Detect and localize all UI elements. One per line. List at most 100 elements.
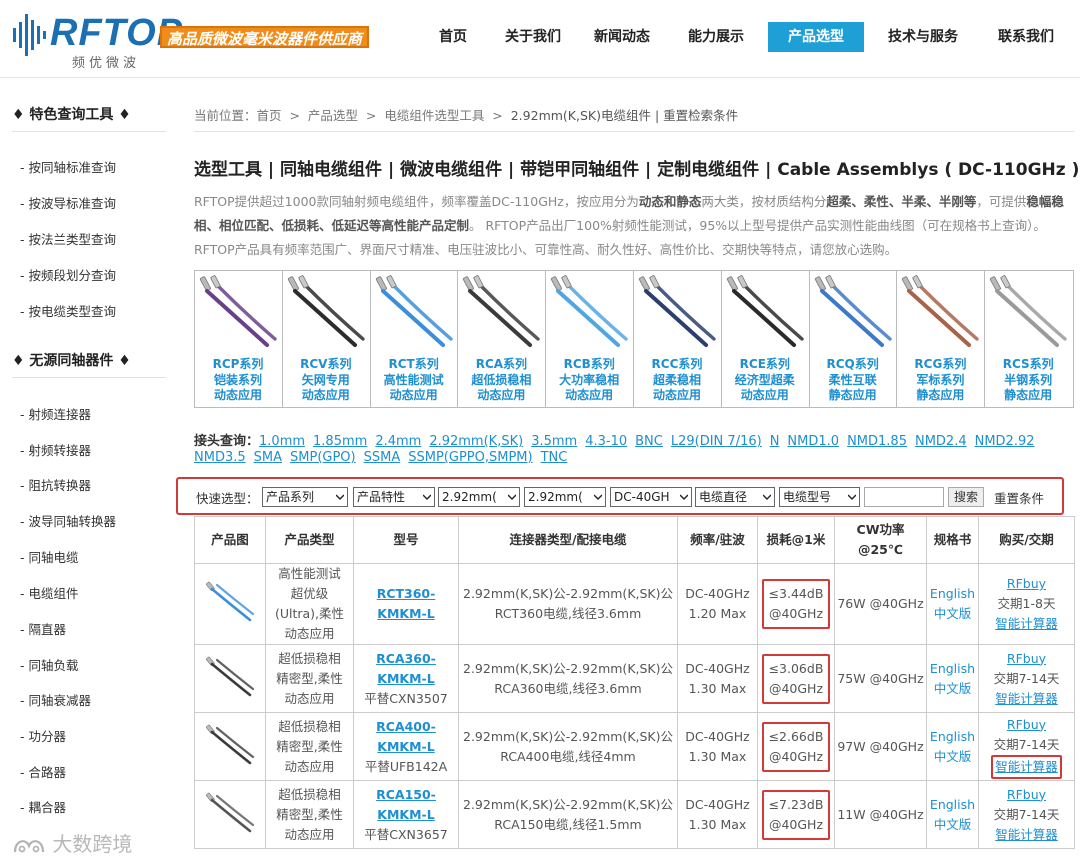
model-replacement: 平替CXN3507 xyxy=(364,690,448,706)
datasheet-english-link[interactable]: English xyxy=(928,727,978,747)
product-thumbnail[interactable] xyxy=(205,787,255,837)
product-thumbnail[interactable] xyxy=(205,576,255,626)
nav-about[interactable]: 关于我们 xyxy=(486,22,580,52)
series-desc: 超低损稳相 xyxy=(471,372,532,387)
connector-link[interactable]: NMD1.0 xyxy=(787,434,839,449)
series-usage: 动态应用 xyxy=(301,388,350,402)
connector-link[interactable]: BNC xyxy=(635,434,663,449)
select-product-series[interactable]: 产品系列 xyxy=(262,487,348,507)
product-series-card[interactable]: RCA系列 超低损稳相 动态应用 xyxy=(458,271,547,407)
product-series-card[interactable]: RCT系列 高性能测试 动态应用 xyxy=(371,271,459,407)
datasheet-english-link[interactable]: English xyxy=(928,584,978,604)
site-logo[interactable]: RFTOP 频优微波 xyxy=(12,10,182,71)
sidebar-item-coupler[interactable]: - 耦合器 xyxy=(20,797,66,816)
breadcrumb-cable-tool[interactable]: 电缆组件选型工具 xyxy=(384,108,484,123)
product-series-card[interactable]: RCB系列 大功率稳相 动态应用 xyxy=(546,271,634,407)
datasheet-chinese-link[interactable]: 中文版 xyxy=(928,679,978,699)
select-cable-model[interactable]: 电缆型号 xyxy=(779,487,860,507)
select-cable-diameter[interactable]: 电缆直径 xyxy=(695,487,775,507)
breadcrumb-current[interactable]: 2.92mm(K,SK)电缆组件 | 重置检索条件 xyxy=(511,108,738,123)
select-frequency[interactable]: DC-40GH xyxy=(610,487,692,507)
reset-filters-link[interactable]: 重置条件 xyxy=(994,488,1044,507)
connector-link[interactable]: SSMP(GPPO,SMPM) xyxy=(408,450,532,465)
sidebar-item-flange-type[interactable]: - 按法兰类型查询 xyxy=(20,229,116,248)
connector-link[interactable]: SMP(GPO) xyxy=(290,450,356,465)
connector-link[interactable]: NMD3.5 xyxy=(194,450,246,465)
product-series-card[interactable]: RCE系列 经济型超柔 动态应用 xyxy=(722,271,810,407)
model-link[interactable]: RCA400- KMKM-L xyxy=(355,717,458,757)
select-product-feature[interactable]: 产品特性 xyxy=(353,487,435,507)
rfbuy-link[interactable]: RFbuy xyxy=(1007,574,1046,594)
sidebar-item-rf-adapter[interactable]: - 射频转接器 xyxy=(20,440,91,459)
smart-calculator-link[interactable]: 智能计算器 xyxy=(995,614,1058,634)
connector-link[interactable]: 1.85mm xyxy=(313,434,367,449)
sidebar-item-coax-standard[interactable]: - 按同轴标准查询 xyxy=(20,157,116,176)
product-series-label: RCE系列 经济型超柔 动态应用 xyxy=(722,357,808,404)
product-thumbnail[interactable] xyxy=(205,651,255,701)
nav-home[interactable]: 首页 xyxy=(420,22,486,52)
breadcrumb-home[interactable]: 首页 xyxy=(257,108,282,123)
sidebar-item-combiner[interactable]: - 合路器 xyxy=(20,762,66,781)
nav-capability[interactable]: 能力展示 xyxy=(664,22,768,52)
sidebar-item-cable-assembly[interactable]: - 电缆组件 xyxy=(20,583,79,602)
sidebar-item-coax-cable[interactable]: - 同轴电缆 xyxy=(20,547,79,566)
loss-frequency: @40GHz xyxy=(768,748,824,764)
sidebar-item-frequency-band[interactable]: - 按频段划分查询 xyxy=(20,265,116,284)
sidebar-item-coax-load[interactable]: - 同轴负载 xyxy=(20,655,79,674)
nav-products[interactable]: 产品选型 xyxy=(768,22,864,52)
product-series-card[interactable]: RCP系列 铠装系列 动态应用 xyxy=(195,271,283,407)
connector-link[interactable]: NMD2.92 xyxy=(975,434,1035,449)
connector-link[interactable]: NMD2.4 xyxy=(915,434,967,449)
model-link[interactable]: RCA360- KMKM-L xyxy=(355,649,458,689)
nav-tech-service[interactable]: 技术与服务 xyxy=(868,22,978,52)
connector-link[interactable]: N xyxy=(770,434,780,449)
rfbuy-link[interactable]: RFbuy xyxy=(1007,785,1046,805)
quick-search-input[interactable] xyxy=(864,487,944,507)
connector-link[interactable]: NMD1.85 xyxy=(847,434,907,449)
datasheet-chinese-link[interactable]: 中文版 xyxy=(928,815,978,835)
nav-contact[interactable]: 联系我们 xyxy=(978,22,1074,52)
product-series-card[interactable]: RCG系列 军标系列 静态应用 xyxy=(897,271,986,407)
nav-news[interactable]: 新闻动态 xyxy=(580,22,664,52)
connector-link[interactable]: L29(DIN 7/16) xyxy=(671,434,762,449)
sidebar-item-waveguide-coax-adapter[interactable]: - 波导同轴转换器 xyxy=(20,511,116,530)
connector-link[interactable]: 4.3-10 xyxy=(585,434,627,449)
connector-link[interactable]: 3.5mm xyxy=(531,434,577,449)
datasheet-chinese-link[interactable]: 中文版 xyxy=(928,604,978,624)
loss-value: ≤3.06dB xyxy=(768,660,824,676)
sidebar-item-coax-attenuator[interactable]: - 同轴衰减器 xyxy=(20,690,91,709)
smart-calculator-link[interactable]: 智能计算器 xyxy=(991,754,1062,779)
series-usage: 静态应用 xyxy=(828,388,877,402)
product-series-card[interactable]: RCS系列 半钢系列 静态应用 xyxy=(985,271,1073,407)
rfbuy-link[interactable]: RFbuy xyxy=(1007,649,1046,669)
sidebar-item-rf-connector[interactable]: - 射频连接器 xyxy=(20,404,91,423)
product-series-card[interactable]: RCQ系列 柔性互联 静态应用 xyxy=(810,271,898,407)
product-series-card[interactable]: RCC系列 超柔稳相 动态应用 xyxy=(634,271,722,407)
model-link[interactable]: RCT360- KMKM-L xyxy=(355,584,458,624)
connector-link[interactable]: SSMA xyxy=(364,450,401,465)
select-connector-a[interactable]: 2.92mm( xyxy=(438,487,520,507)
product-series-label: RCC系列 超柔稳相 动态应用 xyxy=(634,357,720,404)
sidebar-item-impedance-converter[interactable]: - 阻抗转换器 xyxy=(20,475,91,494)
datasheet-english-link[interactable]: English xyxy=(928,795,978,815)
rfbuy-link[interactable]: RFbuy xyxy=(1007,715,1046,735)
sidebar-item-dc-block[interactable]: - 隔直器 xyxy=(20,619,66,638)
connector-link[interactable]: SMA xyxy=(254,450,282,465)
connector-link[interactable]: 2.4mm xyxy=(375,434,421,449)
search-button[interactable]: 搜索 xyxy=(948,487,984,507)
sidebar-item-cable-type[interactable]: - 按电缆类型查询 xyxy=(20,301,116,320)
connector-link[interactable]: 1.0mm xyxy=(259,434,305,449)
datasheet-chinese-link[interactable]: 中文版 xyxy=(928,747,978,767)
smart-calculator-link[interactable]: 智能计算器 xyxy=(995,689,1058,709)
connector-link[interactable]: 2.92mm(K,SK) xyxy=(429,434,523,449)
connector-link[interactable]: TNC xyxy=(541,450,568,465)
smart-calculator-link[interactable]: 智能计算器 xyxy=(995,825,1058,845)
sidebar-item-power-divider[interactable]: - 功分器 xyxy=(20,726,66,745)
sidebar-item-waveguide-standard[interactable]: - 按波导标准查询 xyxy=(20,193,116,212)
model-link[interactable]: RCA150- KMKM-L xyxy=(355,785,458,825)
product-series-card[interactable]: RCV系列 矢网专用 动态应用 xyxy=(283,271,371,407)
breadcrumb-products[interactable]: 产品选型 xyxy=(308,108,358,123)
product-thumbnail[interactable] xyxy=(205,719,255,769)
select-connector-b[interactable]: 2.92mm( xyxy=(524,487,606,507)
datasheet-english-link[interactable]: English xyxy=(928,659,978,679)
